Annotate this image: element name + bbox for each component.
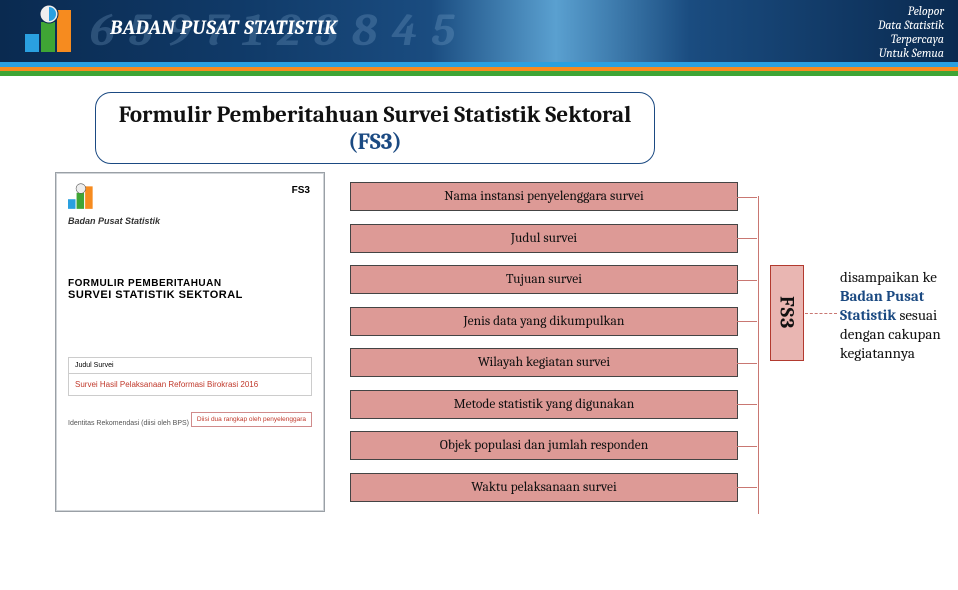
list-item: Metode statistik yang digunakan <box>350 390 738 419</box>
list-item: Tujuan survei <box>350 265 738 294</box>
preview-title-2: SURVEI STATISTIK SEKTORAL <box>68 289 312 301</box>
preview-org: Badan Pusat Statistik <box>68 216 312 226</box>
preview-foot-right: Diisi dua rangkap oleh penyelenggara <box>191 412 312 427</box>
list-item-label: Wilayah kegiatan survei <box>478 355 610 370</box>
tagline: Pelopor Data Statistik Terpercaya Untuk … <box>878 4 944 60</box>
title-suffix-text: (FS3) <box>348 128 402 155</box>
preview-code: FS3 <box>292 185 310 196</box>
tagline-line: Untuk Semua <box>878 46 944 60</box>
desc-part1: disampaikan ke <box>840 268 937 286</box>
header-banner: 6 5 9 7 1 2 3 8 4 5 BADAN PUSAT STATISTI… <box>0 0 958 62</box>
list-item: Nama instansi penyelenggara survei <box>350 182 738 211</box>
form-preview: Badan Pusat Statistik FS3 FORMULIR PEMBE… <box>55 172 325 512</box>
list-item-label: Judul survei <box>511 231 577 246</box>
preview-title-1: FORMULIR PEMBERITAHUAN <box>68 278 312 289</box>
page-title: Formulir Pemberitahuan Survei Statistik … <box>95 92 655 164</box>
list-item-label: Metode statistik yang digunakan <box>454 397 635 412</box>
list-item: Jenis data yang dikumpulkan <box>350 307 738 336</box>
list-item-label: Objek populasi dan jumlah responden <box>440 438 649 453</box>
bps-logo-icon <box>25 4 81 52</box>
fs3-tab: FS3 <box>770 265 804 361</box>
list-item: Judul survei <box>350 224 738 253</box>
list-item-label: Nama instansi penyelenggara survei <box>444 189 644 204</box>
connector-dash <box>805 313 837 314</box>
description: disampaikan ke Badan Pusat Statistik ses… <box>840 268 950 363</box>
fs3-tab-label: FS3 <box>776 296 799 329</box>
list-item-label: Jenis data yang dikumpulkan <box>464 314 625 329</box>
tagline-line: Terpercaya <box>878 32 944 46</box>
list-item: Wilayah kegiatan survei <box>350 348 738 377</box>
slide-content: Formulir Pemberitahuan Survei Statistik … <box>0 76 958 590</box>
tagline-line: Data Statistik <box>878 18 944 32</box>
tagline-line: Pelopor <box>878 4 944 18</box>
preview-foot-left: Identitas Rekomendasi (diisi oleh BPS) <box>68 420 189 427</box>
color-stripes <box>0 62 958 76</box>
org-name: BADAN PUSAT STATISTIK <box>110 16 338 39</box>
preview-box-label: Judul Survei <box>68 357 312 374</box>
preview-box-value: Survei Hasil Pelaksanaan Reformasi Birok… <box>68 374 312 396</box>
list-item: Objek populasi dan jumlah responden <box>350 431 738 460</box>
list-item: Waktu pelaksanaan survei <box>350 473 738 502</box>
bps-logo-small-icon <box>68 183 98 209</box>
preview-footer: Identitas Rekomendasi (diisi oleh BPS) D… <box>68 412 312 427</box>
list-item-label: Tujuan survei <box>506 272 582 287</box>
title-prefix: Formulir Pemberitahuan Survei Statistik … <box>119 101 632 128</box>
connector-spine <box>758 196 759 514</box>
field-list: Nama instansi penyelenggara survei Judul… <box>350 182 738 502</box>
list-item-label: Waktu pelaksanaan survei <box>471 480 617 495</box>
